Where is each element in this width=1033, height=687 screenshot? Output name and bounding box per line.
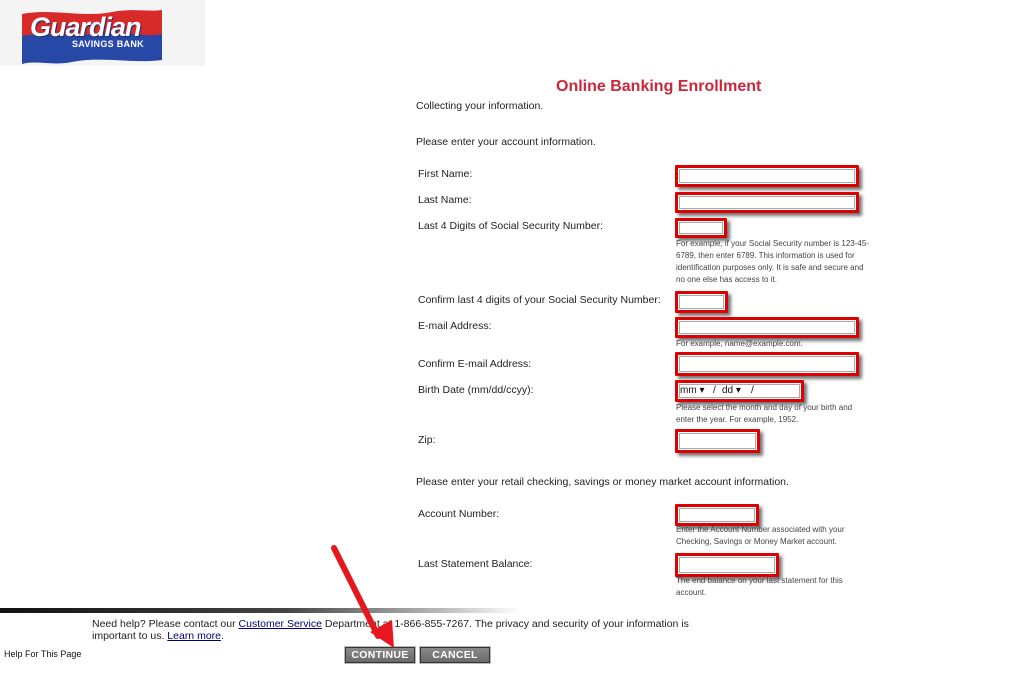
zip-input[interactable]	[675, 429, 760, 453]
birth-help-text: Please select the month and day of your …	[676, 403, 853, 424]
birth-date-separator: /	[713, 385, 716, 396]
intro-text: Collecting your information.	[416, 100, 544, 112]
customer-service-link[interactable]: Customer Service	[239, 618, 322, 630]
account-number-input[interactable]	[675, 504, 759, 526]
footer-divider	[0, 608, 520, 613]
help-for-this-page-link[interactable]: Help For This Page	[4, 649, 81, 659]
annotation-arrow-icon	[331, 545, 394, 648]
ssn-help-text: For example, if your Social Security num…	[676, 239, 869, 284]
birth-date-separator-2: /	[751, 385, 754, 396]
balance-input[interactable]	[675, 553, 779, 577]
birth-date-label: Birth Date (mm/dd/ccyy):	[418, 384, 534, 396]
birth-day-select[interactable]: dd ▾	[722, 385, 741, 396]
first-name-input[interactable]	[675, 165, 859, 187]
section-heading-retail: Please enter your retail checking, savin…	[416, 476, 789, 488]
email-input[interactable]	[675, 317, 859, 338]
ssn-confirm-label: Confirm last 4 digits of your Social Sec…	[418, 294, 661, 306]
email-confirm-input[interactable]	[675, 352, 859, 376]
footer-help-text: Need help? Please contact our Customer S…	[92, 618, 689, 642]
page-title: Online Banking Enrollment	[556, 78, 762, 95]
balance-label: Last Statement Balance:	[418, 558, 533, 570]
section-heading-account: Please enter your account information.	[416, 136, 596, 148]
account-number-label: Account Number:	[418, 508, 500, 520]
ssn-last4-input[interactable]	[675, 218, 727, 238]
account-help-text: Enter the Account Number associated with…	[676, 525, 845, 546]
ssn-confirm-input[interactable]	[675, 291, 728, 313]
email-help-text: For example, name@example.com.	[676, 339, 803, 348]
balance-help-text: The end balance on your last statement f…	[676, 576, 843, 597]
ssn-last4-label: Last 4 Digits of Social Security Number:	[418, 220, 603, 232]
last-name-input[interactable]	[675, 192, 859, 213]
cancel-button[interactable]: CANCEL	[419, 646, 491, 664]
last-name-label: Last Name:	[418, 194, 472, 206]
logo-subtext: SAVINGS BANK	[72, 39, 144, 49]
email-confirm-label: Confirm E-mail Address:	[418, 358, 532, 370]
zip-label: Zip:	[418, 434, 436, 446]
birth-month-select[interactable]: mm ▾	[680, 385, 704, 396]
learn-more-link[interactable]: Learn more	[167, 630, 221, 642]
email-label: E-mail Address:	[418, 320, 492, 332]
first-name-label: First Name:	[418, 168, 473, 180]
